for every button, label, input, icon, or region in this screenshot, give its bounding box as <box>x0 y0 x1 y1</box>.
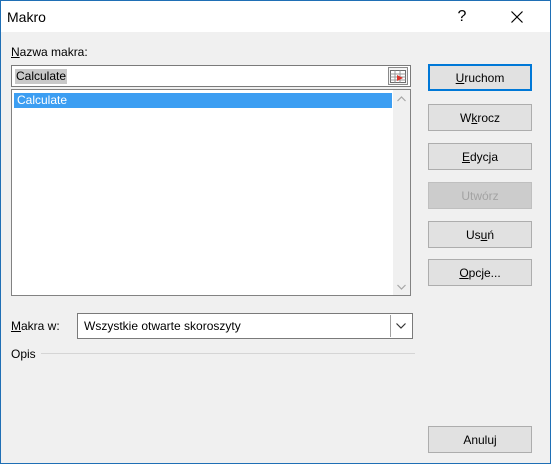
scroll-up-button[interactable] <box>393 90 410 107</box>
macro-name-input[interactable]: Calculate <box>11 65 411 87</box>
window-title: Makro <box>7 9 46 25</box>
title-bar: Makro ? <box>1 1 550 32</box>
macros-in-label: Makra w: <box>11 319 60 333</box>
run-button-label: ruchom <box>464 70 505 85</box>
step-into-label-post: rocz <box>477 110 500 125</box>
edit-button-label: dycja <box>470 149 499 164</box>
help-button[interactable]: ? <box>439 1 485 32</box>
macro-name-label: Nazwa makra: <box>11 45 88 59</box>
scroll-down-button[interactable] <box>393 278 410 295</box>
run-button[interactable]: Uruchom <box>428 64 532 91</box>
run-button-mnemonic: U <box>455 70 465 85</box>
step-into-label-pre: W <box>460 110 472 125</box>
close-button[interactable] <box>494 1 540 32</box>
macro-name-label-text: azwa makra: <box>19 45 88 59</box>
macro-name-label-mnemonic: N <box>11 45 20 59</box>
description-divider <box>41 353 415 354</box>
delete-button[interactable]: Us u ń <box>428 221 532 248</box>
macros-in-label-text: akra w: <box>21 319 60 333</box>
macro-name-value: Calculate <box>15 69 68 84</box>
chevron-down-icon <box>397 284 406 290</box>
options-button[interactable]: Opcje... <box>428 259 532 286</box>
macros-in-value: Wszystkie otwarte skoroszyty <box>84 319 241 333</box>
macros-in-select[interactable]: Wszystkie otwarte skoroszyty <box>77 313 413 339</box>
chevron-down-icon <box>396 323 406 329</box>
delete-mnemonic: u <box>480 227 488 242</box>
description-label: Opis <box>11 347 36 361</box>
macro-list[interactable]: Calculate <box>11 89 411 296</box>
macros-in-dropdown-button[interactable] <box>390 315 411 337</box>
macro-list-item[interactable]: Calculate <box>14 93 392 108</box>
collapse-dialog-icon <box>390 69 406 83</box>
close-icon <box>511 10 523 23</box>
macro-dialog: Makro ? Nazwa makra: Calculate Calculate… <box>0 0 551 464</box>
options-button-mnemonic: O <box>459 265 469 280</box>
create-button: Utwórz <box>428 182 532 209</box>
delete-label-post: ń <box>487 227 495 242</box>
macro-list-scrollbar[interactable] <box>393 90 410 295</box>
cancel-button[interactable]: Anuluj <box>428 426 532 453</box>
macros-in-label-mnemonic: M <box>11 319 21 333</box>
chevron-up-icon <box>397 95 406 101</box>
edit-button[interactable]: Edycja <box>428 143 532 170</box>
step-into-button[interactable]: Wk rocz <box>428 104 532 131</box>
options-button-label: pcje... <box>468 265 501 280</box>
delete-label-pre: Us <box>465 227 481 242</box>
collapse-dialog-button[interactable] <box>388 67 408 85</box>
edit-button-mnemonic: E <box>461 149 470 164</box>
